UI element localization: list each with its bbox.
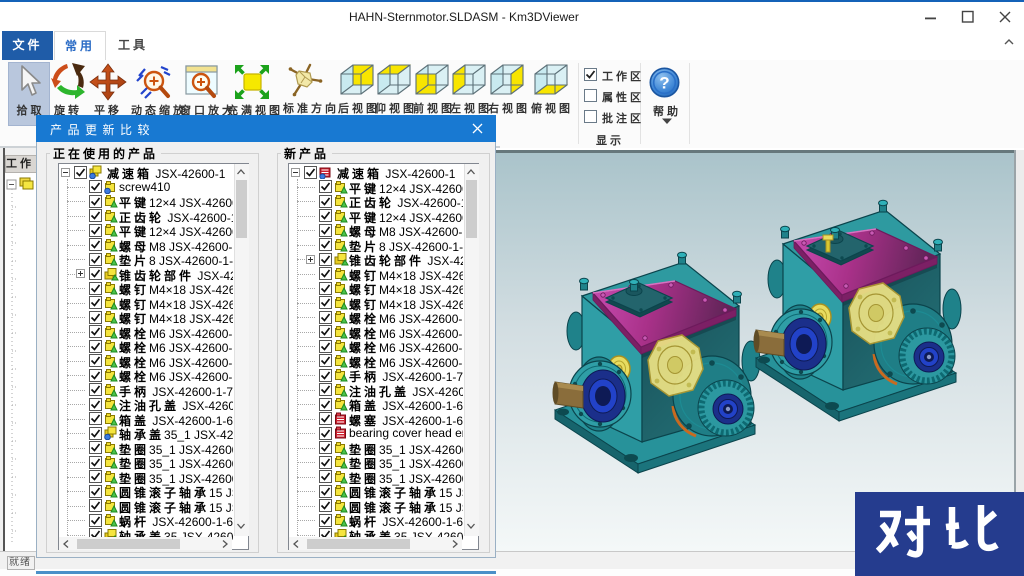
svg-text:?: ? [659,74,669,93]
